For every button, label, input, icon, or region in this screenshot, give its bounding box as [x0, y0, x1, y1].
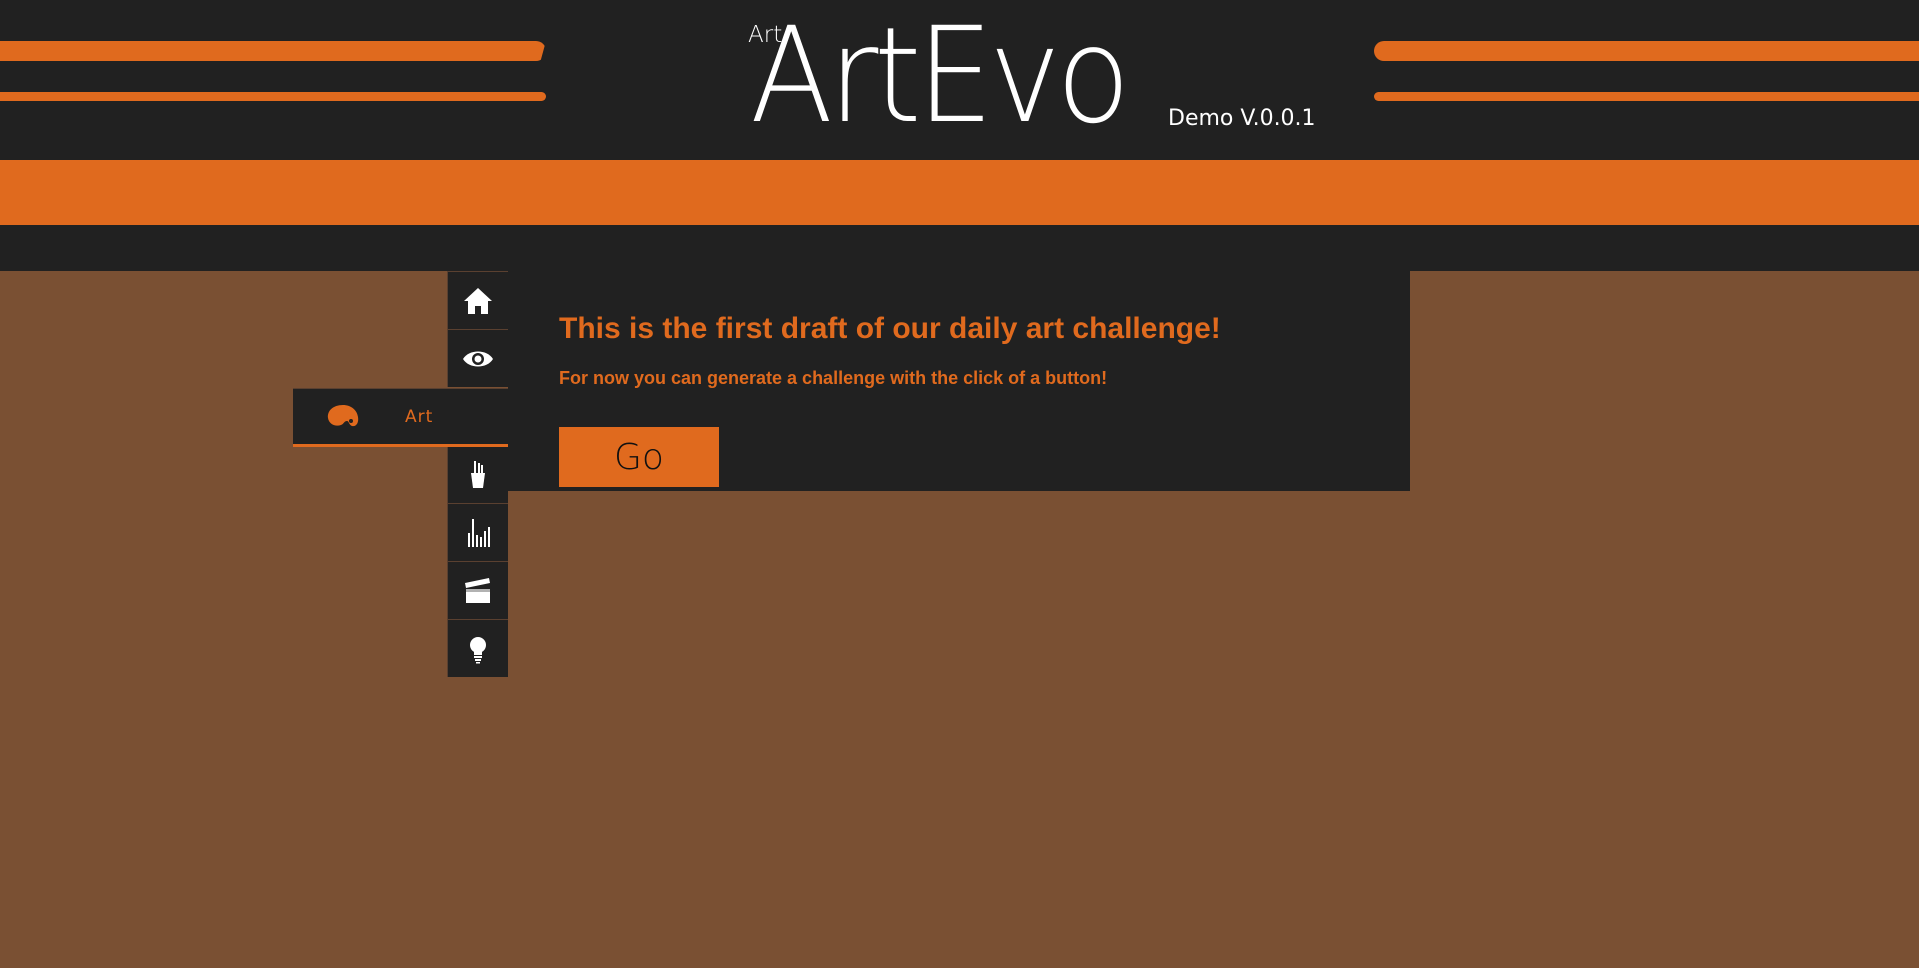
logo-title[interactable]: ArtEvo [750, 10, 1131, 142]
brushes-icon [471, 460, 485, 488]
bars-icon [468, 518, 490, 547]
nav-item-brushes[interactable] [447, 445, 508, 503]
nav-item-home[interactable] [447, 271, 508, 329]
nav-item-view[interactable] [447, 329, 508, 387]
challenge-panel: This is the first draft of our daily art… [508, 271, 1410, 491]
side-navigation [447, 271, 508, 677]
header-stripe-left-bottom [0, 92, 546, 101]
site-header: Art ArtEvo Demo V.0.0.1 [0, 0, 1919, 160]
nav-item-art[interactable]: Art [293, 388, 508, 447]
home-icon [464, 287, 492, 314]
header-stripe-left-top [0, 41, 546, 61]
nav-item-ideas[interactable] [447, 619, 508, 677]
challenge-title: This is the first draft of our daily art… [559, 312, 1221, 345]
challenge-subtitle: For now you can generate a challenge wit… [559, 368, 1108, 388]
clapperboard-icon [465, 577, 490, 603]
go-button[interactable]: Go [559, 427, 719, 487]
header-stripe-right-bottom [1374, 92, 1919, 101]
nav-item-art-label: Art [405, 406, 434, 427]
lightbulb-icon [470, 636, 486, 663]
header-stripe-right-top [1374, 41, 1919, 61]
header-orange-band [0, 160, 1919, 225]
palette-icon [327, 404, 359, 426]
version-label: Demo V.0.0.1 [1168, 106, 1316, 131]
header-dark-band [0, 225, 1919, 271]
nav-item-stats[interactable] [447, 503, 508, 561]
nav-item-video[interactable] [447, 561, 508, 619]
eye-icon [463, 351, 493, 366]
